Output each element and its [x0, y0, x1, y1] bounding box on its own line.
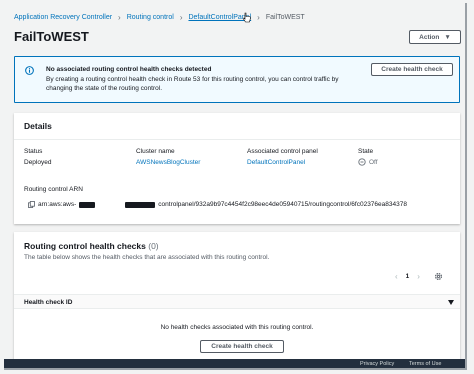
control-panel-link[interactable]: DefaultControlPanel — [247, 159, 305, 166]
health-checks-header: Routing control health checks (0) — [24, 241, 159, 251]
off-status-icon — [358, 158, 366, 166]
details-divider — [14, 139, 460, 140]
state-indicator: Off — [358, 158, 378, 166]
page-number[interactable]: 1 — [406, 273, 410, 280]
alert-create-health-check-button[interactable]: Create health check — [371, 63, 453, 76]
health-check-id-column[interactable]: Health check ID — [24, 299, 72, 306]
chevron-right-icon: › — [179, 12, 183, 22]
health-checks-description: The table below shows the health checks … — [24, 254, 270, 261]
chevron-right-icon: › — [118, 12, 121, 22]
arn-row: arn:aws:aws- controlpanel/932a9b97c4454f… — [28, 201, 407, 208]
info-alert: No associated routing control health che… — [14, 56, 460, 103]
arn-suffix: controlpanel/932a9b97c4454f2c98eec4de059… — [158, 201, 407, 208]
breadcrumb-link-control-panel[interactable]: DefaultControlPanel — [188, 14, 251, 21]
health-checks-count: (0) — [148, 241, 159, 251]
health-checks-title: Routing control health checks — [24, 241, 146, 251]
status-value: Deployed — [24, 159, 52, 166]
cluster-label: Cluster name — [136, 148, 175, 155]
table-header: Health check ID — [14, 294, 460, 309]
prev-page-icon[interactable]: ‹ — [395, 272, 398, 281]
page-title: FailToWEST — [14, 29, 89, 44]
create-health-check-button[interactable]: Create health check — [200, 340, 284, 353]
sort-caret-icon[interactable] — [448, 300, 454, 305]
chevron-right-icon: › — [257, 12, 260, 22]
status-label: Status — [24, 148, 43, 155]
details-card: Details Status Deployed Cluster name AWS… — [14, 113, 460, 224]
arn-label: Routing control ARN — [24, 186, 83, 193]
details-header: Details — [24, 121, 52, 131]
control-panel-label: Associated control panel — [247, 148, 318, 155]
info-icon — [25, 66, 34, 75]
breadcrumb-current: FailToWEST — [265, 13, 305, 21]
redacted-block — [125, 201, 156, 208]
empty-state-text: No health checks associated with this ro… — [160, 324, 314, 331]
state-label: State — [358, 148, 374, 155]
health-checks-card: Routing control health checks (0) The ta… — [14, 232, 460, 362]
hand-cursor-icon — [243, 12, 251, 23]
redacted-block — [79, 201, 96, 208]
copy-icon[interactable] — [28, 201, 35, 208]
alert-text: By creating a routing control health che… — [46, 76, 339, 92]
cluster-link[interactable]: AWSNewsBlogCluster — [136, 159, 200, 166]
breadcrumb-link-routing-control[interactable]: Routing control — [127, 14, 174, 21]
breadcrumb: Application Recovery Controller › Routin… — [14, 11, 305, 23]
arn-prefix: arn:aws:aws- — [38, 201, 77, 208]
action-button[interactable]: Action ▼ — [409, 30, 461, 44]
gear-icon[interactable] — [434, 272, 443, 281]
footer-terms-link[interactable]: Terms of Use — [409, 361, 441, 367]
next-page-icon[interactable]: › — [417, 272, 420, 281]
footer-privacy-link[interactable]: Privacy Policy — [360, 361, 394, 367]
pagination: ‹ 1 › — [395, 272, 443, 281]
console-frame: Application Recovery Controller › Routin… — [4, 3, 467, 370]
state-value: Off — [369, 158, 378, 166]
action-button-label: Action — [419, 33, 440, 41]
breadcrumb-link-arc[interactable]: Application Recovery Controller — [14, 14, 112, 21]
alert-title: No associated routing control health che… — [46, 66, 212, 73]
caret-down-icon: ▼ — [444, 33, 451, 41]
console-footer: Privacy Policy Terms of Use — [4, 359, 465, 368]
